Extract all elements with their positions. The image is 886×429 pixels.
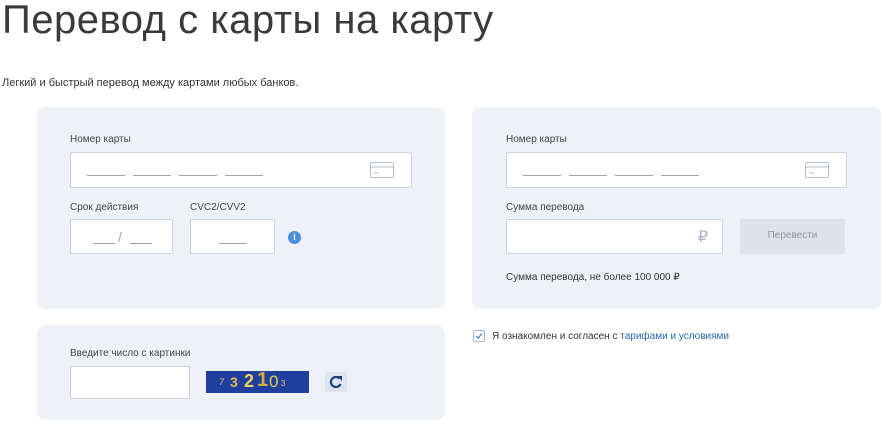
ruble-icon: ₽ [697,229,708,246]
captcha-digit: 3 [230,374,238,390]
captcha-digit: 1 [257,371,269,391]
cvc-input[interactable] [190,219,275,254]
checkmark-icon [475,333,483,339]
card-number-placeholder-group-2 [569,175,607,176]
agreement-checkbox[interactable] [473,330,485,342]
page-title: Перевод с карты на карту [2,0,494,42]
expiry-label: Срок действия [70,202,139,213]
amount-label: Сумма перевода [506,202,585,213]
info-icon[interactable]: i [288,231,301,244]
expiry-separator: / [118,229,122,245]
card-number-placeholder-group-1 [523,175,561,176]
card-number-placeholder-group-4 [225,175,263,176]
captcha-panel: Введите число с картинки 7 3 2 1 0 3 [37,325,445,420]
card-icon [370,162,394,178]
sender-card-panel: Номер карты Срок действия / CVC2/CVV2 i [37,107,445,309]
card-icon [805,162,829,178]
captcha-image: 7 3 2 1 0 3 [206,371,309,393]
captcha-digit: 0 [269,372,279,391]
agreement-text: Я ознакомлен и согласен с тарифами и усл… [492,331,729,342]
amount-limit-hint: Сумма перевода, не более 100 000 ₽ [506,272,680,283]
captcha-refresh-button[interactable] [325,372,347,392]
card-number-placeholder-group-1 [87,175,125,176]
recipient-card-number-label: Номер карты [506,134,567,145]
captcha-input[interactable] [70,366,190,399]
card-number-placeholder-group-2 [133,175,171,176]
sender-card-number-input[interactable] [70,152,412,188]
cvc-label: CVC2/CVV2 [190,202,246,213]
recipient-card-number-input[interactable] [506,152,847,188]
card-number-placeholder-group-3 [179,175,217,176]
card-number-placeholder-group-4 [661,175,699,176]
refresh-icon [329,375,342,389]
agreement-prefix: Я ознакомлен и согласен с [492,331,621,342]
terms-link[interactable]: тарифами и условиями [620,331,729,342]
sender-card-number-label: Номер карты [70,134,131,145]
captcha-label: Введите число с картинки [70,348,191,359]
cvc-placeholder [219,243,247,244]
captcha-digit: 7 [219,377,225,387]
recipient-card-panel: Номер карты Сумма перевода ₽ Перевести С… [472,107,881,309]
page-subtitle: Легкий и быстрый перевод между картами л… [2,77,299,89]
expiry-year-placeholder [130,243,152,244]
captcha-digit: 3 [281,379,286,388]
card-number-placeholder-group-3 [615,175,653,176]
expiry-input[interactable]: / [70,219,173,254]
expiry-month-placeholder [93,243,115,244]
transfer-button[interactable]: Перевести [740,219,845,254]
captcha-digit: 2 [244,371,255,391]
amount-input[interactable]: ₽ [506,219,723,254]
